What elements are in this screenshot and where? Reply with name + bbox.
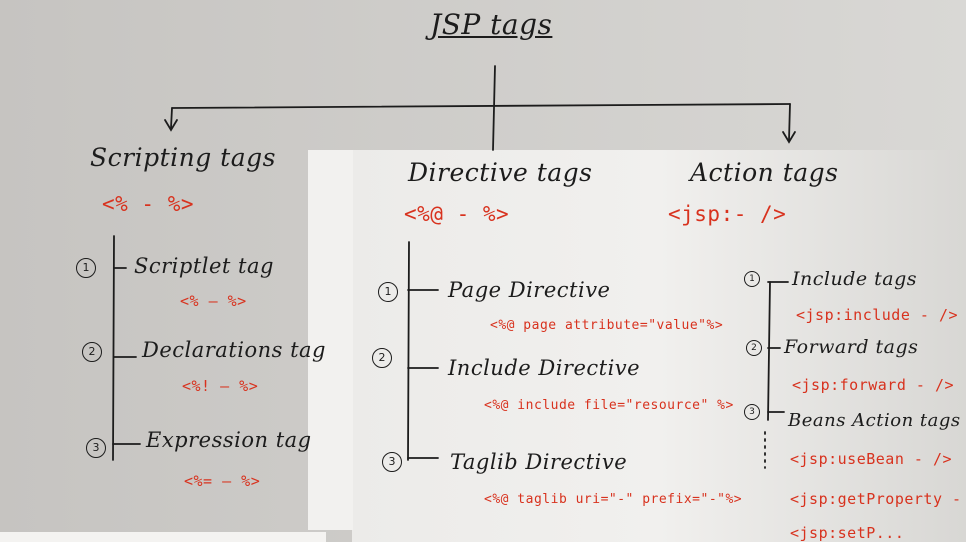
directive-tags-syntax: <%@ - %> [404,202,510,226]
action-tags-heading: Action tags [690,158,839,187]
scripting-tags-syntax: <% - %> [102,192,195,216]
include-tags-label: Include tags [792,268,918,290]
taglib-directive-code: <%@ taglib uri="-" prefix="-"%> [484,492,743,507]
beans-action-tags-label: Beans Action tags [788,410,961,431]
scripting-tags-heading: Scripting tags [90,143,276,172]
taglib-directive-label: Taglib Directive [450,450,628,474]
forward-tags-label: Forward tags [784,336,919,358]
whiteboard: JSP tags Scripting tags <% - %> 1 Script… [0,0,966,542]
include-tags-number: 1 [744,271,760,287]
page-directive-code: <%@ page attribute="value"%> [490,318,724,333]
page-directive-label: Page Directive [448,278,611,302]
scriptlet-number: 1 [76,258,96,278]
usebean-code: <jsp:useBean - /> [790,450,953,468]
include-directive-label: Include Directive [448,356,641,380]
declarations-number: 2 [82,342,102,362]
include-directive-code: <%@ include file="resource" %> [484,398,734,413]
beans-tags-number: 3 [744,404,760,420]
expression-tag-code: <%= — %> [184,472,261,490]
declarations-tag-code: <%! — %> [182,377,259,395]
expression-tag-label: Expression tag [146,428,312,452]
declarations-tag-label: Declarations tag [142,338,326,362]
include-directive-number: 2 [372,348,392,368]
getproperty-code: <jsp:getProperty - /> [790,490,966,508]
page-directive-number: 1 [378,282,398,302]
scriptlet-tag-label: Scriptlet tag [134,254,274,278]
forward-tags-number: 2 [746,340,762,356]
directive-tags-heading: Directive tags [408,158,593,187]
action-tags-syntax: <jsp:- /> [668,202,787,226]
taglib-directive-number: 3 [382,452,402,472]
setproperty-code: <jsp:setP... [790,524,905,542]
expression-number: 3 [86,438,106,458]
include-tags-code: <jsp:include - /> [796,306,959,324]
page-title: JSP tags [430,8,553,41]
forward-tags-code: <jsp:forward - /> [792,376,955,394]
scriptlet-tag-code: <% — %> [180,292,247,310]
